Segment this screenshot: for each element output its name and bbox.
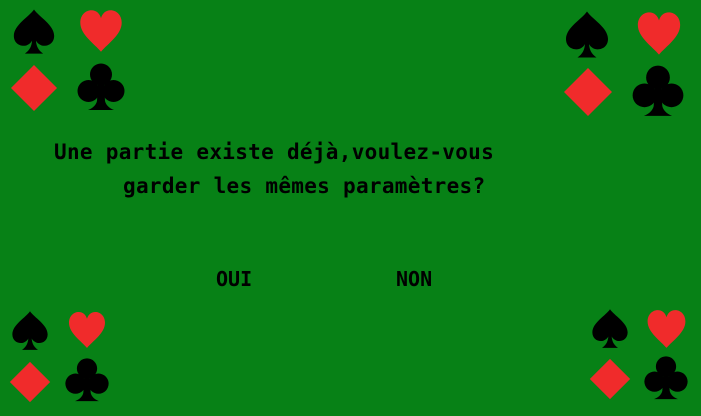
heart-icon: [630, 10, 688, 57]
club-icon: [72, 62, 130, 112]
heart-icon: [64, 310, 110, 350]
dialog-question-line-2: garder les mêmes paramètres?: [123, 174, 486, 198]
club-icon: [641, 355, 691, 401]
heart-icon: [643, 308, 690, 350]
yes-button[interactable]: OUI: [212, 267, 256, 291]
spade-icon: [558, 10, 616, 60]
game-screen: Une partie existe déjà,voulez-vous garde…: [0, 0, 701, 416]
diamond-icon: [9, 64, 59, 112]
diamond-icon: [589, 357, 631, 401]
club-icon: [627, 64, 689, 118]
heart-icon: [73, 8, 129, 54]
spade-icon: [6, 8, 62, 56]
club-icon: [62, 357, 112, 403]
diamond-icon: [562, 67, 614, 117]
spade-icon: [586, 308, 634, 350]
dialog-question-line-1: Une partie existe déjà,voulez-vous: [54, 140, 495, 164]
diamond-icon: [9, 361, 51, 403]
spade-icon: [6, 310, 54, 352]
no-button[interactable]: NON: [392, 267, 436, 291]
